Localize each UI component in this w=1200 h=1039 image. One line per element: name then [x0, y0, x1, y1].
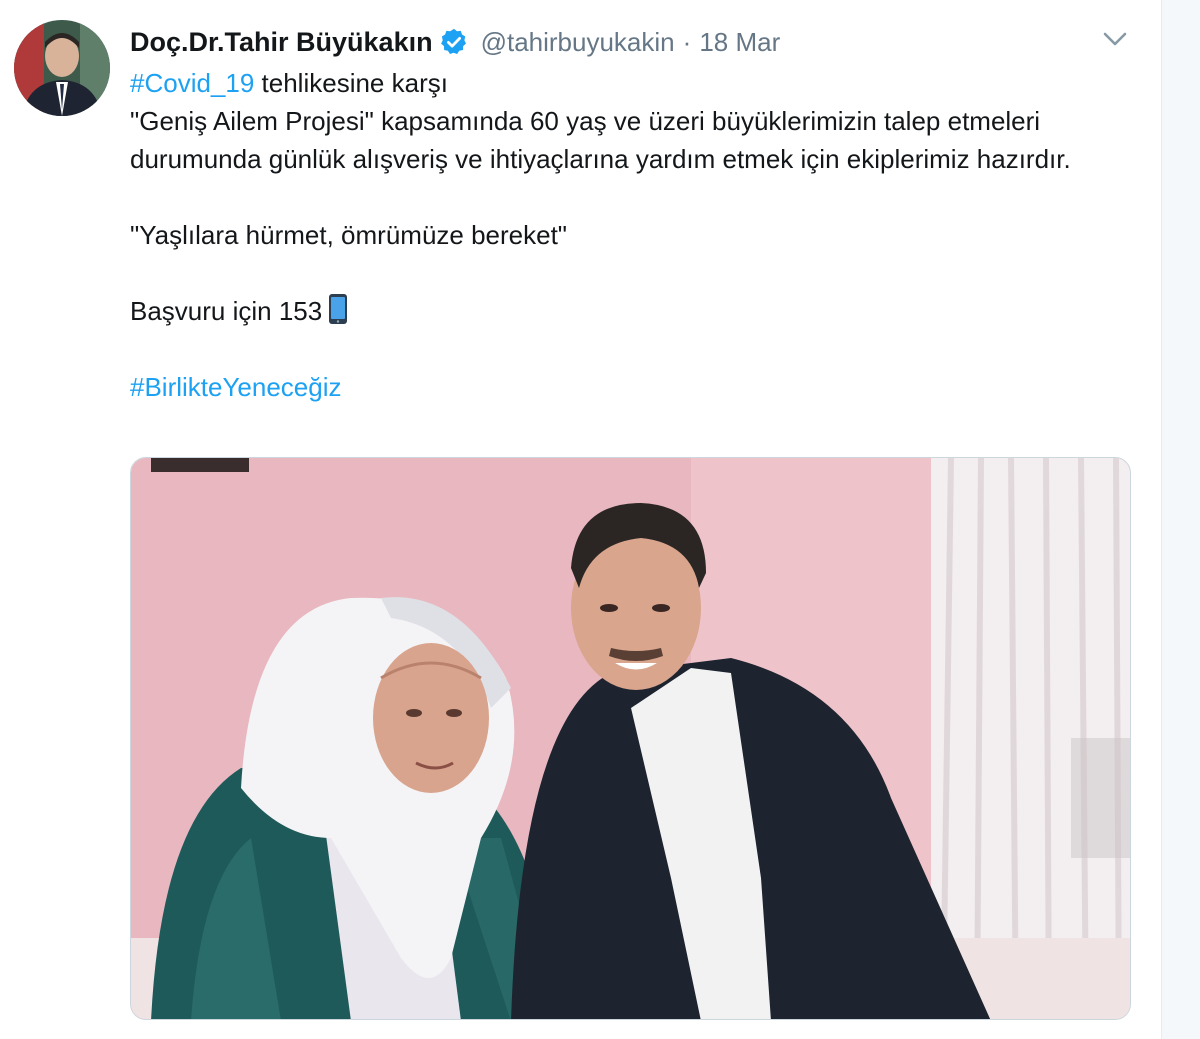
user-handle[interactable]: @tahirbuyukakin [481, 27, 675, 58]
tweet-card[interactable]: Doç.Dr.Tahir Büyükakın @tahirbuyukakin ·… [0, 0, 1162, 1039]
tweet-hashtag-line: #BirlikteYeneceğiz [130, 368, 1130, 406]
chevron-down-icon[interactable] [1098, 26, 1132, 52]
tweet-photo[interactable] [130, 457, 1131, 1020]
avatar-image [14, 20, 110, 116]
tweet-text: #Covid_19 tehlikesine karşı "Geniş Ailem… [130, 64, 1130, 406]
tweet-quote: "Yaşlılara hürmet, ömrümüze bereket" [130, 220, 568, 250]
hashtag-birlikteyenecegiz[interactable]: #BirlikteYeneceğiz [130, 372, 342, 402]
mobile-phone-icon [328, 293, 348, 325]
apply-text: Başvuru için 153 [130, 296, 323, 326]
tweet-line-1-text: tehlikesine karşı [254, 68, 448, 98]
tweet-header: Doç.Dr.Tahir Büyükakın @tahirbuyukakin ·… [130, 22, 780, 62]
hashtag-covid[interactable]: #Covid_19 [130, 68, 254, 98]
tweet-apply-line: Başvuru için 153 [130, 292, 1130, 330]
tweet-paragraph: "Geniş Ailem Projesi" kapsamında 60 yaş … [130, 106, 1071, 174]
photo-image [131, 458, 1130, 1019]
display-name[interactable]: Doç.Dr.Tahir Büyükakın [130, 27, 433, 58]
tweet-line-1: #Covid_19 tehlikesine karşı [130, 64, 1130, 102]
tweet-date[interactable]: 18 Mar [699, 27, 780, 58]
avatar[interactable] [14, 20, 110, 116]
verified-badge-icon [439, 27, 469, 57]
separator-dot: · [682, 26, 692, 57]
